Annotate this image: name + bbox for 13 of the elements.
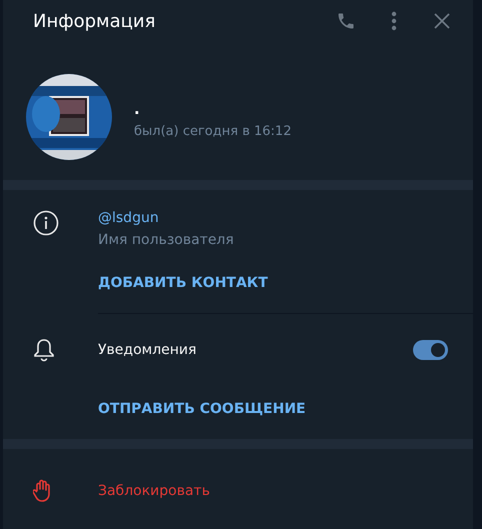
contact-name: .	[134, 100, 141, 118]
last-seen-status: был(а) сегодня в 16:12	[134, 124, 292, 138]
hand-icon	[33, 479, 53, 503]
notifications-label: Уведомления	[98, 342, 198, 358]
notifications-toggle[interactable]	[413, 340, 448, 360]
block-user-link[interactable]: Заблокировать	[98, 483, 210, 499]
bell-icon	[33, 338, 55, 362]
window-title: Информация	[33, 10, 156, 32]
send-message-link[interactable]: ОТПРАВИТЬ СООБЩЕНИЕ	[98, 401, 306, 417]
info-icon	[33, 210, 59, 236]
username-label: Имя пользователя	[98, 232, 235, 248]
username: @lsdgun	[98, 210, 160, 226]
add-contact-link[interactable]: ДОБАВИТЬ КОНТАКТ	[98, 275, 268, 291]
